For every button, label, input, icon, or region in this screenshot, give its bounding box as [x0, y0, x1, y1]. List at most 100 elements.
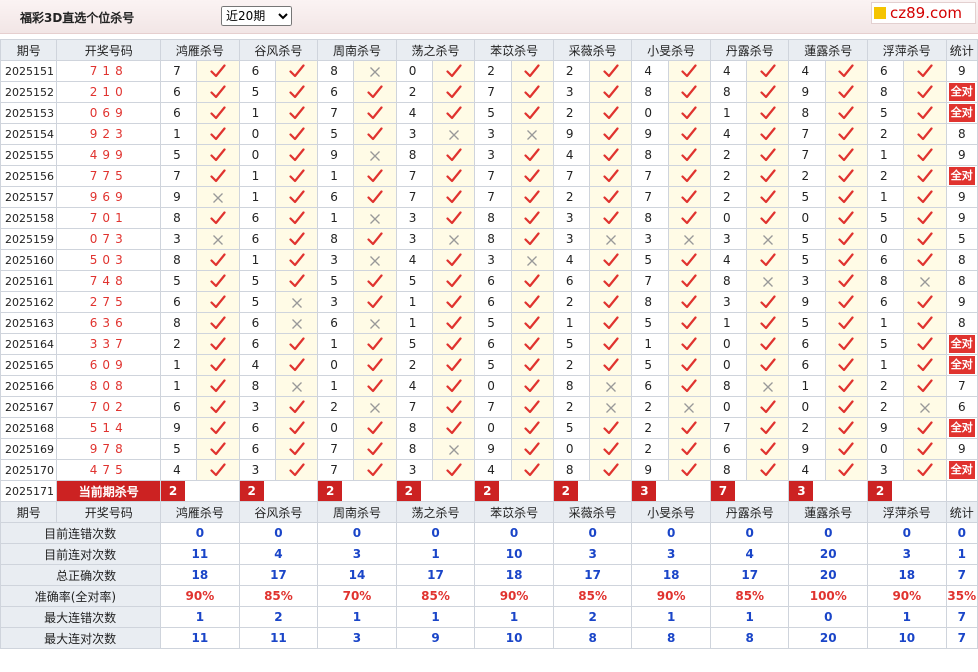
- result-mark: [274, 354, 319, 376]
- kill-digit: 9: [317, 144, 355, 166]
- kill-digit: 2: [552, 102, 591, 124]
- stats-value: 1: [867, 606, 947, 628]
- stats-row: 准确率(全对率) 90% 85% 70% 85% 90% 85% 90% 85% 100% 90% 3…: [0, 585, 978, 607]
- stats-value: 0: [945, 522, 978, 544]
- col-expert[interactable]: 采薇杀号: [552, 501, 633, 523]
- col-expert[interactable]: 蓮露杀号: [788, 501, 869, 523]
- check-icon: [760, 421, 776, 435]
- check-icon: [288, 169, 305, 183]
- col-expert[interactable]: 丹露杀号: [709, 39, 790, 61]
- kill-digit: 0: [788, 207, 826, 229]
- result-mark: [274, 375, 319, 397]
- check-icon: [603, 148, 619, 162]
- current-kill-digit: 2: [161, 481, 186, 501]
- col-expert[interactable]: 丹露杀号: [709, 501, 790, 523]
- kill-digit: 9: [788, 438, 826, 460]
- result-mark: [274, 60, 319, 82]
- kill-digit: 8: [631, 81, 669, 103]
- stat-cell: 5: [945, 228, 978, 250]
- check-icon: [917, 316, 933, 330]
- stats-value: 18: [867, 564, 947, 586]
- stats-value: 20: [788, 564, 869, 586]
- check-icon: [917, 64, 933, 78]
- result-mark: [824, 207, 869, 229]
- check-icon: [210, 169, 226, 183]
- result-mark: [824, 312, 869, 334]
- kill-digit: 7: [395, 186, 434, 208]
- result-mark: [274, 396, 319, 418]
- check-icon: [603, 295, 619, 309]
- result-mark: [510, 165, 554, 187]
- result-mark: [589, 270, 633, 292]
- kill-digit: 2: [160, 333, 198, 355]
- period-cell: 2025165: [0, 354, 58, 376]
- kill-digit: 3: [395, 207, 434, 229]
- stats-value: 8: [552, 627, 633, 649]
- stats-value: 1: [474, 606, 554, 628]
- kill-digit: 3: [709, 291, 748, 313]
- result-mark: [746, 81, 790, 103]
- kill-digit: 1: [867, 186, 905, 208]
- col-expert[interactable]: 小旻杀号: [631, 39, 711, 61]
- result-mark: [196, 291, 240, 313]
- col-expert[interactable]: 周南杀号: [317, 501, 397, 523]
- col-expert[interactable]: 苯苡杀号: [474, 501, 554, 523]
- kill-digit: 2: [552, 60, 591, 82]
- col-expert[interactable]: 鸿雁杀号: [160, 501, 240, 523]
- draw-number: 337: [56, 333, 162, 355]
- col-expert[interactable]: 蓮露杀号: [788, 39, 869, 61]
- result-mark: [667, 291, 711, 313]
- check-icon: [210, 253, 226, 267]
- result-mark: [510, 333, 554, 355]
- check-icon: [446, 295, 462, 309]
- col-expert[interactable]: 小旻杀号: [631, 501, 711, 523]
- col-expert[interactable]: 荡之杀号: [395, 501, 476, 523]
- table-row: 2025160 503 8 1 3 4 3 4 5 4 5 6 8: [0, 249, 978, 271]
- result-mark: [824, 438, 869, 460]
- check-icon: [210, 442, 226, 456]
- col-expert[interactable]: 浮萍杀号: [867, 39, 947, 61]
- result-mark: [196, 165, 240, 187]
- col-expert[interactable]: 浮萍杀号: [867, 501, 947, 523]
- col-expert[interactable]: 苯苡杀号: [474, 39, 554, 61]
- result-mark: [667, 354, 711, 376]
- result-mark: [589, 438, 633, 460]
- stats-value: 2: [552, 606, 633, 628]
- result-mark: [746, 396, 790, 418]
- check-icon: [603, 358, 619, 372]
- draw-number: 275: [56, 291, 162, 313]
- col-expert[interactable]: 采薇杀号: [552, 39, 633, 61]
- cross-icon: [448, 234, 459, 245]
- period-range-select[interactable]: 近20期: [221, 6, 292, 26]
- check-icon: [288, 337, 305, 351]
- check-icon: [446, 148, 462, 162]
- kill-digit: 2: [709, 186, 748, 208]
- result-mark: [510, 123, 554, 145]
- result-mark: [903, 396, 947, 418]
- col-expert[interactable]: 谷风杀号: [238, 501, 319, 523]
- period-cell: 2025151: [0, 60, 58, 82]
- check-icon: [446, 253, 462, 267]
- check-icon: [760, 64, 776, 78]
- check-icon: [603, 274, 619, 288]
- site-logo[interactable]: cz89.com: [871, 2, 976, 24]
- col-expert[interactable]: 荡之杀号: [395, 39, 476, 61]
- kill-digit: 5: [788, 186, 826, 208]
- result-mark: [824, 228, 869, 250]
- stats-value: 0: [867, 522, 947, 544]
- result-mark: [196, 102, 240, 124]
- col-expert[interactable]: 谷风杀号: [238, 39, 319, 61]
- col-expert[interactable]: 周南杀号: [317, 39, 397, 61]
- kill-digit: 5: [788, 249, 826, 271]
- result-mark: [274, 165, 319, 187]
- kill-digit: 1: [709, 312, 748, 334]
- check-icon: [681, 253, 697, 267]
- kill-digit: 8: [709, 459, 748, 481]
- kill-digit: 8: [238, 375, 276, 397]
- result-mark: [903, 438, 947, 460]
- result-mark: [667, 459, 711, 481]
- col-expert[interactable]: 鸿雁杀号: [160, 39, 240, 61]
- check-icon: [446, 379, 462, 393]
- kill-digit: 8: [395, 438, 434, 460]
- stat-cell: 8: [945, 123, 978, 145]
